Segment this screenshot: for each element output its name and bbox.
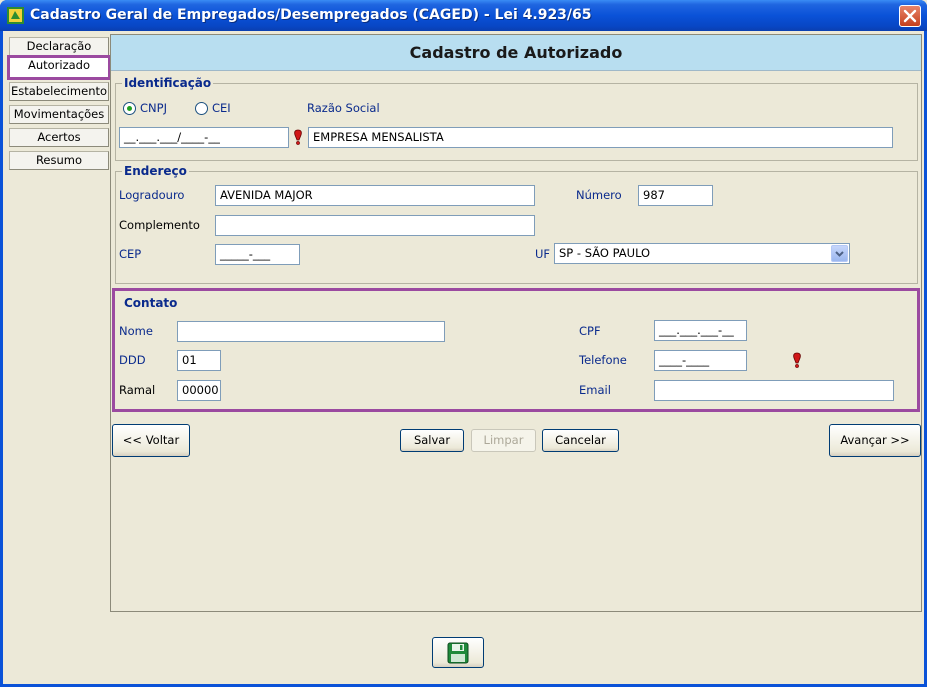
cei-label: CEI — [212, 101, 231, 115]
page-title: Cadastro de Autorizado — [111, 35, 921, 71]
cei-radio[interactable] — [195, 102, 208, 115]
save-disk-button[interactable] — [432, 637, 484, 668]
razao-social-input[interactable]: EMPRESA MENSALISTA — [308, 127, 893, 148]
window-title: Cadastro Geral de Empregados/Desempregad… — [30, 7, 592, 23]
close-icon — [903, 9, 917, 23]
complemento-label: Complemento — [119, 218, 200, 232]
cnpj-label: CNPJ — [140, 101, 167, 115]
razao-social-label: Razão Social — [307, 101, 380, 115]
nav-item-declaracao[interactable]: Declaração — [9, 37, 109, 56]
complemento-input[interactable] — [215, 215, 535, 236]
floppy-disk-icon — [447, 642, 469, 664]
uf-dropdown-button[interactable] — [831, 245, 848, 262]
logradouro-label: Logradouro — [119, 188, 185, 202]
app-window: Cadastro Geral de Empregados/Desempregad… — [0, 0, 927, 687]
required-field-icon — [294, 129, 302, 145]
caged-app-icon — [7, 7, 24, 24]
cancelar-button[interactable]: Cancelar — [542, 429, 619, 452]
chevron-down-icon — [835, 251, 844, 257]
identificacao-legend: Identificação — [122, 76, 214, 90]
nav-item-movimentacoes[interactable]: Movimentações — [9, 105, 109, 124]
logradouro-input[interactable]: AVENIDA MAJOR — [215, 185, 535, 206]
numero-input[interactable]: 987 — [638, 185, 713, 206]
cep-label: CEP — [119, 247, 142, 261]
client-area: Declaração Autorizado Estabelecimento Mo… — [3, 31, 924, 684]
cep-input[interactable]: _____-___ — [215, 244, 300, 265]
nav-item-estabelecimento[interactable]: Estabelecimento — [9, 82, 109, 101]
voltar-button[interactable]: << Voltar — [112, 424, 190, 457]
uf-selected-value: SP - SÃO PAULO — [559, 246, 651, 260]
close-button[interactable] — [899, 5, 921, 27]
uf-select[interactable]: SP - SÃO PAULO — [554, 243, 850, 264]
title-bar[interactable]: Cadastro Geral de Empregados/Desempregad… — [0, 0, 927, 31]
endereco-group: Endereço Logradouro AVENIDA MAJOR Número… — [115, 164, 918, 284]
numero-label: Número — [576, 188, 622, 202]
cnpj-input[interactable]: __.___.___/____-__ — [119, 127, 289, 148]
avancar-button[interactable]: Avançar >> — [829, 424, 921, 457]
nav-item-acertos[interactable]: Acertos — [9, 128, 109, 147]
identificacao-group: Identificação CNPJ CEI Razão Social __._… — [115, 76, 918, 161]
endereco-legend: Endereço — [122, 164, 189, 178]
salvar-button[interactable]: Salvar — [400, 429, 464, 452]
nav-item-autorizado[interactable]: Autorizado — [7, 55, 111, 80]
nav-item-resumo[interactable]: Resumo — [9, 151, 109, 170]
main-panel: Cadastro de Autorizado Identificação CNP… — [110, 34, 922, 612]
contato-highlight-frame — [112, 288, 920, 412]
uf-label: UF — [535, 247, 551, 261]
limpar-button[interactable]: Limpar — [471, 429, 536, 452]
cnpj-radio[interactable] — [123, 102, 136, 115]
